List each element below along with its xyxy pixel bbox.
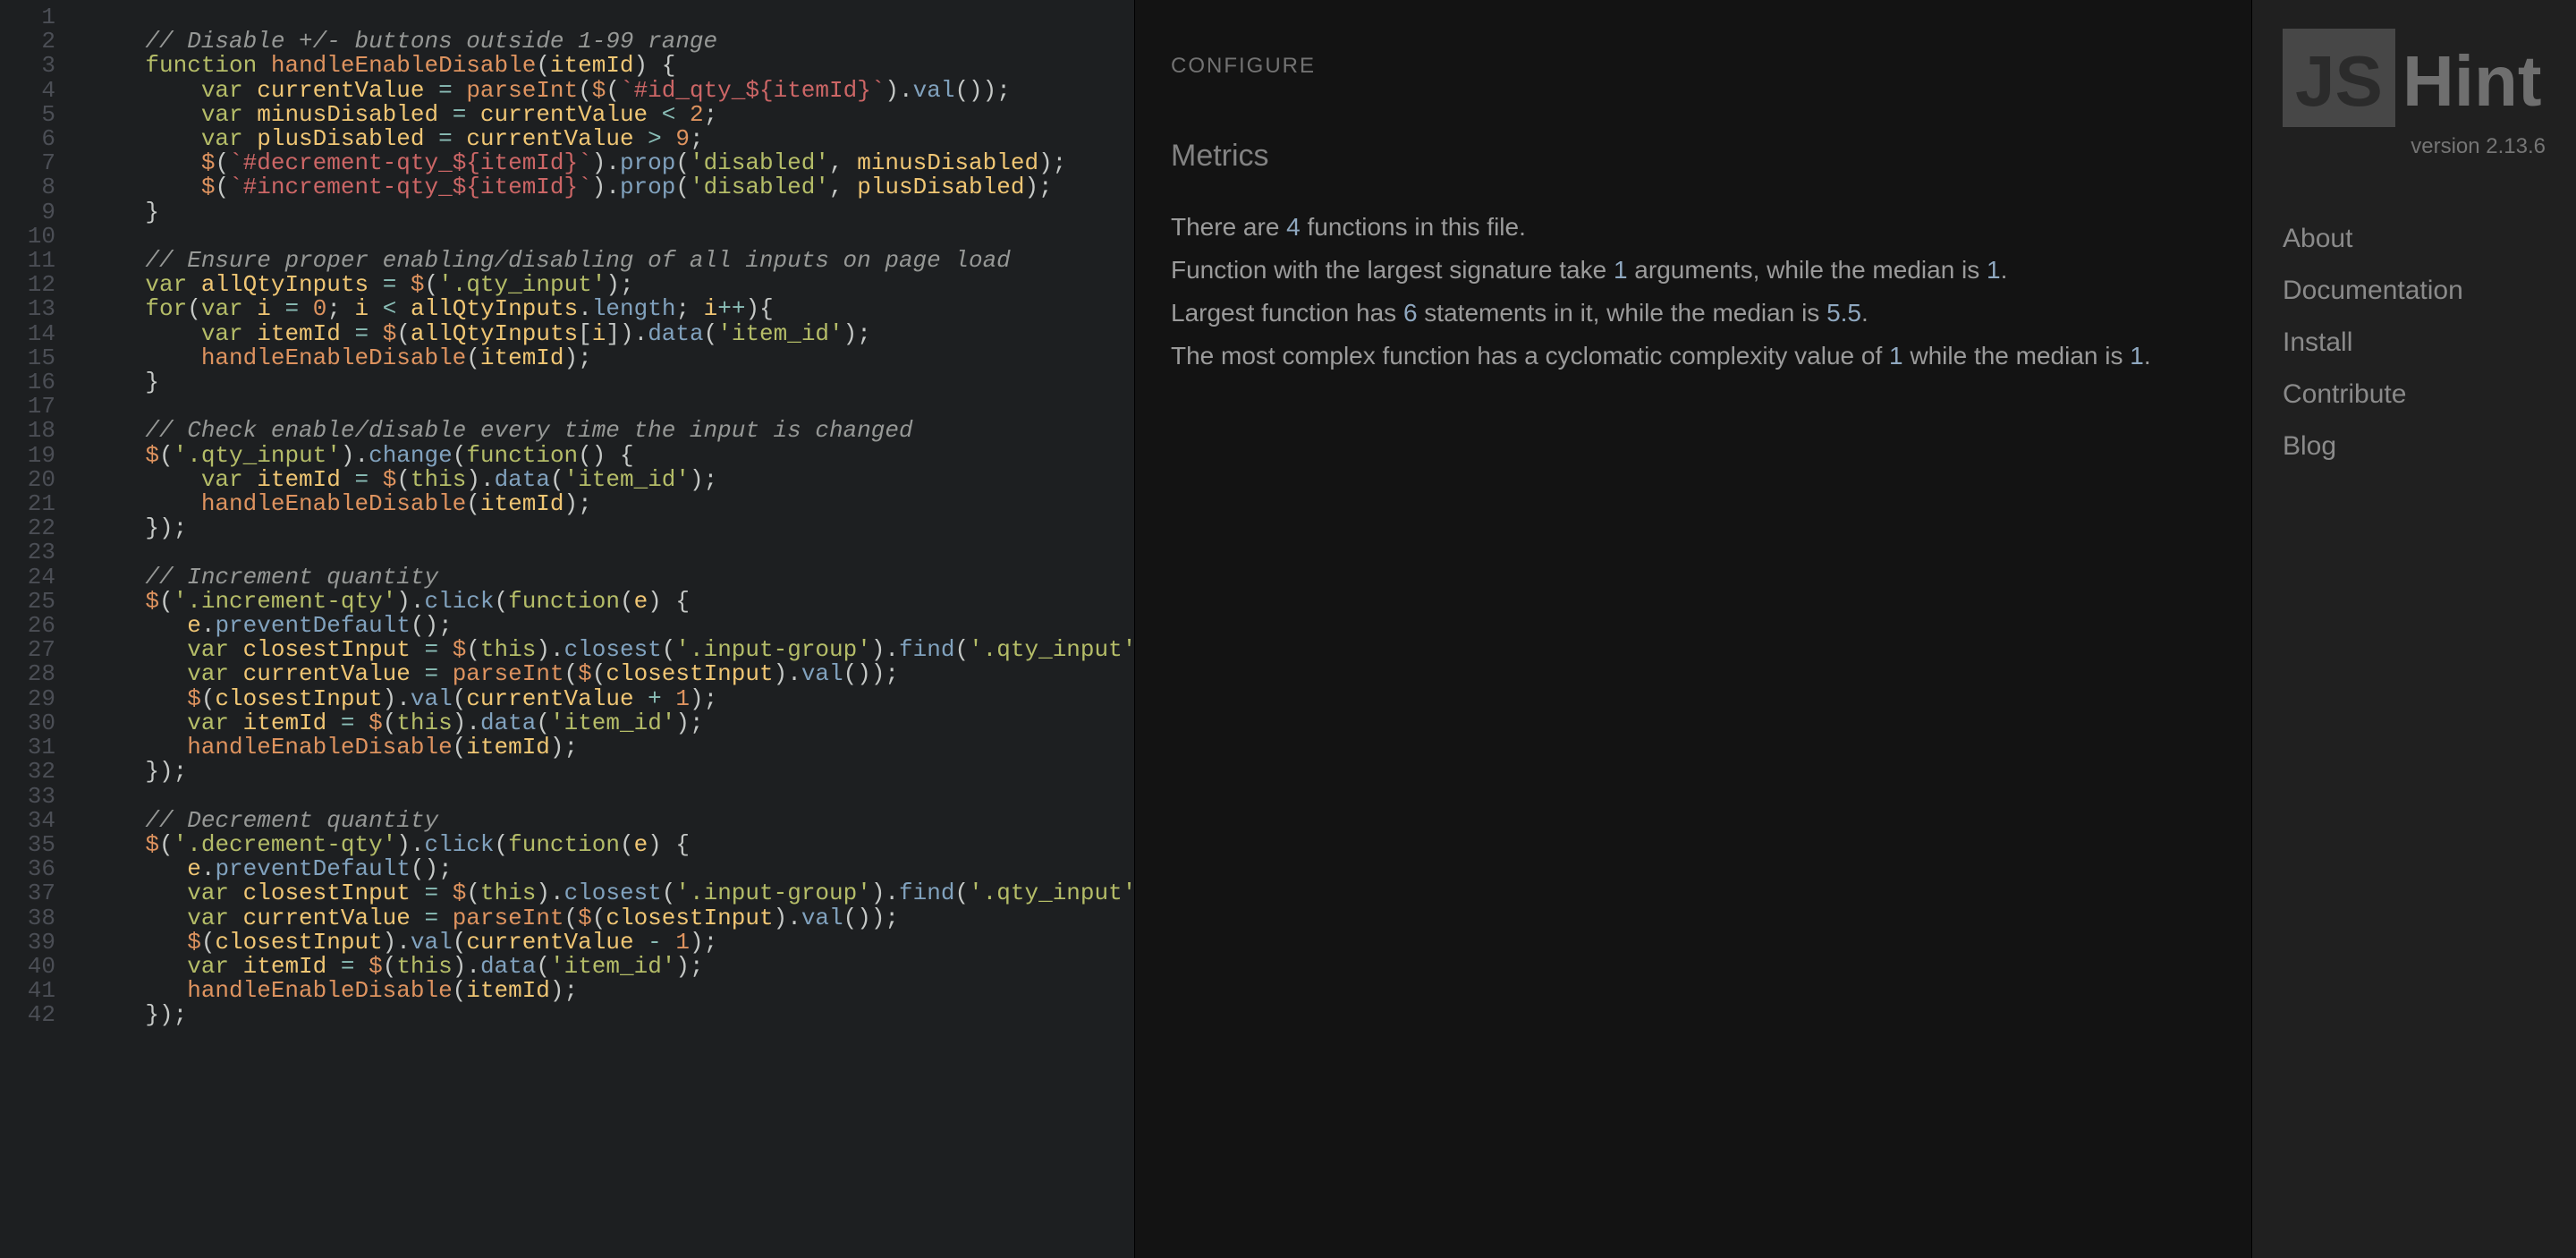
jshint-logo-icon: JS Hint [2283, 29, 2546, 127]
configure-link[interactable]: CONFIGURE [1171, 48, 2216, 84]
metrics-heading: Metrics [1171, 138, 2216, 174]
line-number-gutter: 1234567891011121314151617181920212223242… [0, 0, 72, 1028]
sidebar: JS Hint version 2.13.6 About Documentati… [2252, 0, 2576, 1258]
results-panel: CONFIGURE Metrics There are 4 functions … [1135, 0, 2252, 1258]
code-content[interactable]: // Disable +/- buttons outside 1-99 rang… [89, 5, 1135, 1028]
metrics-body: There are 4 functions in this file. Func… [1171, 209, 2216, 374]
version-label: version 2.13.6 [2283, 134, 2546, 159]
jshint-logo[interactable]: JS Hint [2283, 29, 2546, 127]
nav-documentation[interactable]: Documentation [2283, 265, 2546, 317]
nav-blog[interactable]: Blog [2283, 421, 2546, 472]
metrics-complexity: The most complex function has a cyclomat… [1171, 338, 2216, 374]
metrics-functions: There are 4 functions in this file. [1171, 209, 2216, 245]
metrics-statements: Largest function has 6 statements in it,… [1171, 295, 2216, 331]
svg-text:JS: JS [2295, 41, 2383, 121]
svg-text:Hint: Hint [2402, 41, 2542, 121]
metrics-signature: Function with the largest signature take… [1171, 252, 2216, 288]
nav-install[interactable]: Install [2283, 317, 2546, 369]
nav-about[interactable]: About [2283, 213, 2546, 265]
nav-contribute[interactable]: Contribute [2283, 369, 2546, 421]
sidebar-nav: About Documentation Install Contribute B… [2283, 213, 2546, 472]
code-editor[interactable]: 1234567891011121314151617181920212223242… [0, 0, 1135, 1258]
